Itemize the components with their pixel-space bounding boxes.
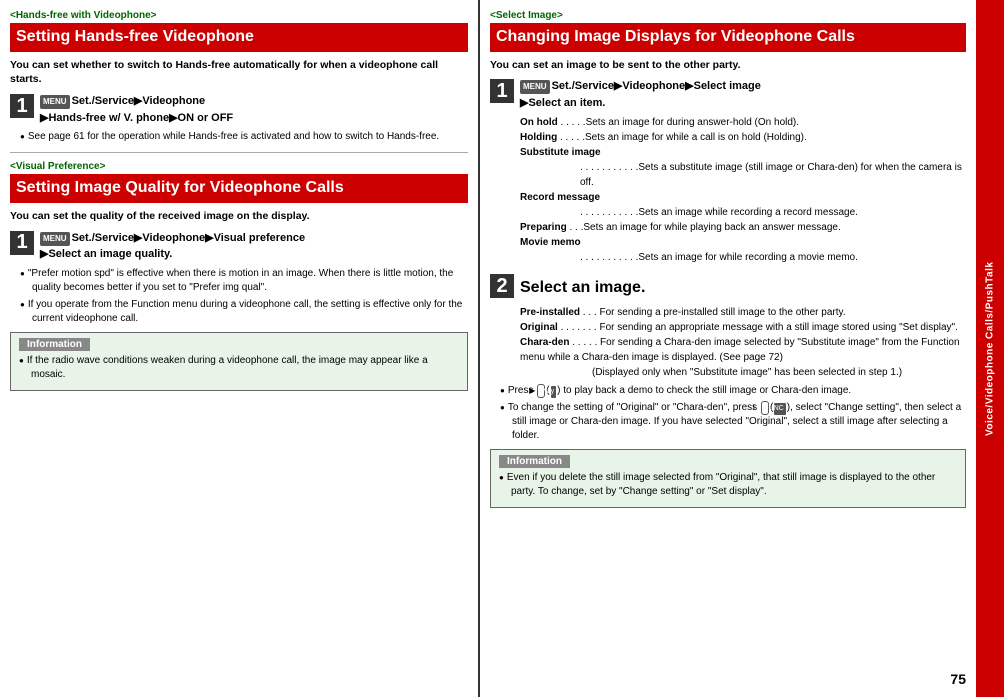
bullet-list-handsfree: See page 61 for the operation while Hand… (20, 130, 468, 144)
infobox-select: Information Even if you delete the still… (490, 449, 966, 508)
section-handsfree: <Hands-free with Videophone> Setting Han… (10, 10, 468, 144)
section-title-visual: Setting Image Quality for Videophone Cal… (10, 174, 468, 203)
detail-holding: Holding . . . . .Sets an image for while… (520, 130, 966, 145)
detail-substitute-text: . . . . . . . . . . .Sets a substitute i… (580, 160, 966, 190)
side-tab: Voice/Videophone Calls/PushTalk (976, 0, 1004, 697)
func-sub-icon: FUNC (774, 403, 785, 415)
bullet-visual-1: "Prefer motion spd" is effective when th… (20, 267, 468, 295)
step-num-1-select: 1 (490, 79, 514, 103)
detail-list-select: On hold . . . . .Sets an image for durin… (520, 115, 966, 265)
detail-original: Original . . . . . . . For sending an ap… (520, 320, 966, 335)
step2-title: Select an image. (520, 279, 645, 297)
bullet-list-step2: Press ▶(Play) to play back a demo to che… (500, 384, 966, 443)
infobox-select-title: Information (499, 455, 570, 468)
step-num-1-visual: 1 (10, 231, 34, 255)
step-num-1-handsfree: 1 (10, 94, 34, 118)
bullet-step2-2: To change the setting of "Original" or "… (500, 401, 966, 443)
detail-moviememo-text: . . . . . . . . . . .Sets an image for w… (580, 250, 966, 265)
detail-onhold: On hold . . . . .Sets an image for durin… (520, 115, 966, 130)
detail-record-text: . . . . . . . . . . .Sets an image while… (580, 205, 966, 220)
section-tag-select: <Select Image> (490, 10, 966, 21)
detail-preinstalled: Pre-installed . . . For sending a pre-in… (520, 305, 966, 320)
step1-handsfree: 1 MENUSet./Service▶Videophone ▶Hands-fre… (10, 93, 468, 126)
step-text-setservice-3: Set./Service▶Videophone▶Select image (552, 80, 761, 92)
bullet-list-visual: "Prefer motion spd" is effective when th… (20, 267, 468, 326)
section-desc-select: You can set an image to be sent to the o… (490, 58, 966, 73)
infobox-visual: Information If the radio wave conditions… (10, 332, 468, 391)
step-text-1-handsfree: MENUSet./Service▶Videophone ▶Hands-free … (40, 93, 233, 126)
section-select-image: <Select Image> Changing Image Displays f… (490, 10, 966, 508)
step1-select: 1 MENUSet./Service▶Videophone▶Select ima… (490, 78, 966, 111)
detail-substitute-label: Substitute image (520, 145, 966, 160)
right-column: <Select Image> Changing Image Displays f… (480, 0, 976, 697)
step-text-visual-option: ▶Select an image quality. (40, 248, 172, 260)
bullet-step2-1: Press ▶(Play) to play back a demo to che… (500, 384, 966, 398)
step-num-2-select: 2 (490, 274, 514, 298)
section-tag-handsfree: <Hands-free with Videophone> (10, 10, 468, 21)
page-number: 75 (950, 671, 966, 687)
side-tab-label: Voice/Videophone Calls/PushTalk (985, 261, 996, 435)
step1-visual: 1 MENUSet./Service▶Videophone▶Visual pre… (10, 230, 468, 263)
menu-icon-2: MENU (40, 232, 70, 246)
play-sub-icon: Play (551, 386, 557, 398)
section-desc-visual: You can set the quality of the received … (10, 209, 468, 224)
infobox-select-bullet-1: Even if you delete the still image selec… (499, 471, 957, 499)
menu-icon-1: MENU (40, 95, 70, 109)
step-text-handsfree-option: ▶Hands-free w/ V. phone▶ON or OFF (40, 112, 233, 124)
section-title-select: Changing Image Displays for Videophone C… (490, 23, 966, 52)
detail-charadentext2: (Displayed only when "Substitute image" … (592, 365, 966, 380)
step-text-1-visual: MENUSet./Service▶Videophone▶Visual prefe… (40, 230, 305, 263)
section-title-handsfree: Setting Hands-free Videophone (10, 23, 468, 52)
infobox-visual-bullet-1: If the radio wave conditions weaken duri… (19, 354, 459, 382)
section-desc-handsfree: You can set whether to switch to Hands-f… (10, 58, 468, 87)
step-text-setservice-2: Set./Service▶Videophone▶Visual preferenc… (72, 232, 306, 244)
detail-moviememo-label: Movie memo (520, 235, 966, 250)
divider-1 (10, 152, 468, 153)
infobox-visual-text: If the radio wave conditions weaken duri… (19, 354, 459, 382)
menu-icon-3: MENU (520, 80, 550, 94)
step-text-1-select: MENUSet./Service▶Videophone▶Select image… (520, 78, 761, 111)
main-content: <Hands-free with Videophone> Setting Han… (0, 0, 1004, 697)
left-column: <Hands-free with Videophone> Setting Han… (0, 0, 480, 697)
step-text-select-option: ▶Select an item. (520, 97, 606, 109)
section-tag-visual: <Visual Preference> (10, 161, 468, 172)
detail-charadentext: Chara-den . . . . . For sending a Chara-… (520, 335, 966, 365)
bullet-handsfree-1: See page 61 for the operation while Hand… (20, 130, 468, 144)
section-visual-preference: <Visual Preference> Setting Image Qualit… (10, 161, 468, 390)
step2-select: 2 Select an image. (490, 273, 966, 301)
bullet-visual-2: If you operate from the Function menu du… (20, 298, 468, 326)
detail-record-label: Record message (520, 190, 966, 205)
infobox-select-text: Even if you delete the still image selec… (499, 471, 957, 499)
detail-list-step2: Pre-installed . . . For sending a pre-in… (520, 305, 966, 380)
infobox-visual-title: Information (19, 338, 90, 351)
step-text-setservice-1: Set./Service▶Videophone (72, 95, 206, 107)
detail-preparing: Preparing . . .Sets an image for while p… (520, 220, 966, 235)
